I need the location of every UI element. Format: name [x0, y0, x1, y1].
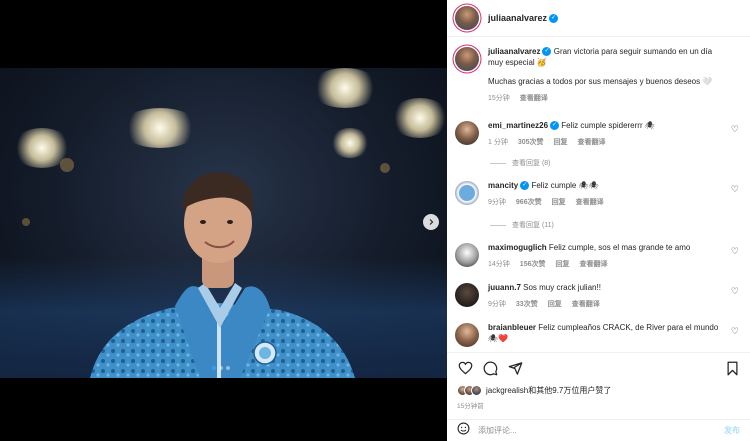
view-replies-button[interactable]: 查看回复 (11) — [490, 220, 554, 230]
translate-link[interactable]: 查看翻译 — [576, 197, 604, 208]
post-panel: juliaanalvarez ✓ juliaanalvarez ✓ Gran vi… — [447, 0, 750, 441]
comment-likes[interactable]: 305次赞 — [518, 137, 544, 148]
comment-time: 9分钟 — [488, 301, 506, 308]
stadium-light — [390, 98, 447, 138]
view-replies-button[interactable]: 查看回复 (8) — [490, 158, 551, 168]
avatar[interactable] — [455, 121, 479, 145]
post-time: 15分钟前 — [457, 403, 484, 410]
caption-text-2: Muchas gracias a todos por sus mensajes … — [488, 77, 713, 86]
save-button[interactable] — [724, 360, 740, 376]
comment-button[interactable] — [482, 360, 498, 376]
comment-item: mancity ✓ Feliz cumple 🕷🕷 9分钟 966次赞 回复 查看… — [455, 180, 745, 208]
avatar[interactable] — [455, 181, 479, 205]
comment-likes[interactable]: 966次赞 — [516, 197, 542, 208]
heart-icon[interactable]: ♡ — [731, 286, 739, 297]
player-figure — [90, 172, 355, 378]
heart-icon — [458, 361, 472, 375]
comment-item: emi_martinez26 ✓ Feliz cumple spidererrr … — [455, 120, 745, 148]
comment-text: Feliz cumple spidererrr 🕷 — [561, 121, 655, 130]
avatar[interactable] — [455, 243, 479, 267]
verified-icon: ✓ — [520, 181, 530, 191]
likes-text: jackgrealish和其他9.7万位用户赞了 — [486, 386, 612, 395]
carousel-dot — [219, 366, 223, 370]
heart-icon[interactable]: ♡ — [731, 124, 739, 135]
comment-item: maximoguglich Feliz cumple, sos el mas g… — [455, 242, 745, 270]
carousel-indicator — [212, 366, 230, 370]
divider — [490, 224, 506, 226]
verified-icon: ✓ — [549, 13, 559, 23]
translate-link[interactable]: 查看翻译 — [520, 93, 548, 104]
likes-summary[interactable]: jackgrealish和其他9.7万位用户赞了 — [457, 385, 740, 396]
like-button[interactable] — [457, 360, 473, 376]
comment-username[interactable]: juuann.7 — [488, 283, 521, 292]
carousel-dot — [226, 366, 230, 370]
comment-username[interactable]: emi_martinez26 — [488, 121, 548, 130]
verified-icon: ✓ — [542, 47, 552, 57]
view-replies-label: 查看回复 (8) — [512, 160, 551, 167]
translate-link[interactable]: 查看翻译 — [578, 137, 606, 148]
share-button[interactable] — [507, 360, 523, 376]
comment-text: Feliz cumple 🕷🕷 — [531, 181, 599, 190]
chevron-right-icon — [429, 219, 434, 225]
translate-link[interactable]: 查看翻译 — [572, 299, 600, 310]
post-media — [0, 0, 447, 441]
comment-input[interactable] — [478, 426, 708, 435]
comment-text: Feliz cumple, sos el mas grande te amo — [548, 243, 691, 252]
bookmark-icon — [727, 361, 737, 375]
carousel-next-button[interactable] — [423, 214, 439, 230]
post-caption: juliaanalvarez ✓ Gran victoria para segui… — [455, 46, 745, 104]
comment-username[interactable]: mancity — [488, 181, 518, 190]
verified-icon: ✓ — [550, 121, 560, 131]
bokeh-light — [22, 218, 30, 226]
comments-list[interactable]: juliaanalvarez ✓ Gran victoria para segui… — [447, 38, 750, 351]
caption-username[interactable]: juliaanalvarez — [488, 47, 540, 56]
comment-time: 9分钟 — [488, 199, 506, 206]
heart-icon[interactable]: ♡ — [731, 246, 739, 257]
comment-likes[interactable]: 33次赞 — [516, 299, 538, 310]
post-header: juliaanalvarez ✓ — [447, 0, 750, 37]
add-comment-bar: 发布 — [447, 419, 750, 441]
comment-text: Sos muy crack julian!! — [523, 283, 601, 292]
header-username[interactable]: juliaanalvarez — [488, 13, 547, 23]
stadium-light — [310, 68, 380, 108]
comment-time: 14分钟 — [488, 261, 510, 268]
comment-icon — [483, 361, 497, 375]
avatar[interactable] — [455, 6, 479, 30]
reply-button[interactable]: 回复 — [552, 197, 566, 208]
comment-item: juuann.7 Sos muy crack julian!! 9分钟 33次赞… — [455, 282, 745, 310]
carousel-dot — [212, 366, 216, 370]
comment-item: braianbleuer Feliz cumpleaños CRACK, de … — [455, 322, 745, 347]
comment-time: 1 分钟 — [488, 139, 508, 146]
emoji-button[interactable] — [457, 422, 470, 440]
emoji-icon — [457, 422, 470, 434]
post-photo — [0, 68, 447, 378]
comment-username[interactable]: maximoguglich — [488, 243, 547, 252]
comment-username[interactable]: braianbleuer — [488, 323, 536, 332]
heart-icon[interactable]: ♡ — [731, 326, 739, 337]
heart-icon[interactable]: ♡ — [731, 184, 739, 195]
avatar[interactable] — [455, 283, 479, 307]
post-actions: jackgrealish和其他9.7万位用户赞了 15分钟前 — [447, 352, 750, 410]
avatar — [471, 385, 482, 396]
comment-likes[interactable]: 156次赞 — [520, 259, 546, 270]
avatar[interactable] — [455, 47, 479, 71]
translate-link[interactable]: 查看翻译 — [579, 259, 607, 270]
reply-button[interactable]: 回复 — [555, 259, 569, 270]
post-comment-button[interactable]: 发布 — [724, 425, 740, 436]
caption-time: 15分钟 — [488, 95, 510, 102]
bokeh-light — [380, 163, 390, 173]
avatar[interactable] — [455, 323, 479, 347]
view-replies-label: 查看回复 (11) — [512, 222, 554, 229]
share-icon — [508, 361, 522, 375]
reply-button[interactable]: 回复 — [548, 299, 562, 310]
reply-button[interactable]: 回复 — [554, 137, 568, 148]
divider — [490, 162, 506, 164]
